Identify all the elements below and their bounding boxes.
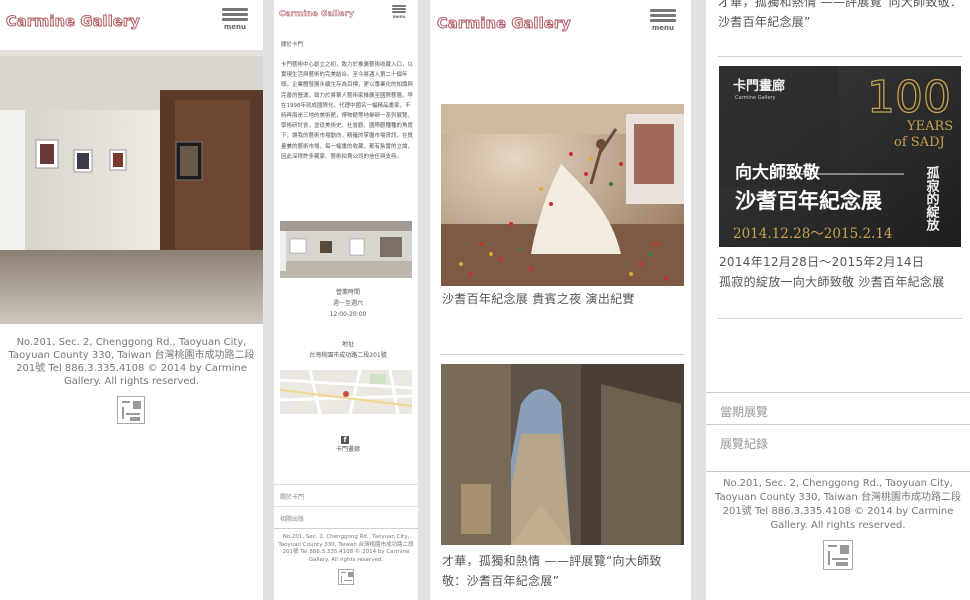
poster-brand: 卡門畫廊: [733, 78, 785, 94]
mobile-view-home: Carmine Gallery menu No.201, Sec. 2, Che…: [0, 0, 263, 600]
alley-painting[interactable]: [441, 364, 684, 545]
panel-gap: [263, 0, 274, 600]
seal-logo: [338, 569, 354, 585]
panel-gap: [691, 0, 706, 600]
divider: [706, 471, 970, 472]
news-caption[interactable]: 沙耆百年紀念展 貴賓之夜 演出紀實: [442, 289, 682, 309]
address-value: 台灣桃園市成功路二段201號: [309, 352, 387, 359]
gallery-interior-photo[interactable]: [0, 50, 263, 324]
hamburger-icon: [392, 5, 406, 7]
hours-time: 12:00-20:00: [329, 311, 367, 318]
site-logo[interactable]: Carmine Gallery: [437, 16, 572, 33]
mobile-view-exhibitions: 才華，孤獨和熱情 ——評展覽“向大師致敬：沙耆百年紀念展” 卡門畫廊 Carmi…: [706, 0, 970, 600]
nav-about[interactable]: 關於卡門: [274, 484, 418, 506]
panel-gap: [418, 0, 430, 600]
site-footer: No.201, Sec. 2, Chenggong Rd., Taoyuan C…: [714, 478, 962, 531]
hamburger-icon-bar: [650, 19, 676, 22]
about-body: 卡門藝術中心創立之初，致力於推廣藝術收藏入口，以實現生活與藝術的完美結合。至今將…: [281, 62, 414, 160]
hamburger-icon: [650, 9, 676, 12]
hamburger-icon-bar: [222, 18, 248, 21]
divider: [440, 354, 684, 355]
facebook-icon[interactable]: f: [341, 436, 349, 444]
poster-brand-en: Carmine Gallery: [735, 95, 775, 101]
menu-button[interactable]: menu: [650, 9, 676, 32]
poster-years-of: of SADJ: [894, 135, 945, 150]
mobile-view-news: Carmine Gallery menu 沙耆百年紀念展 貴賓之夜 演出紀實 才…: [430, 0, 691, 600]
poster-years-text: YEARS: [906, 119, 953, 134]
poster-dates: 2014.12.28～2015.2.14: [733, 226, 893, 242]
mobile-view-about: Carmine Gallery menu 關於卡門 卡門藝術中心創立之初，致力於…: [274, 0, 418, 600]
divider: [718, 56, 962, 57]
article-caption[interactable]: 才華，孤獨和熱情 ——評展覽“向大師致敬：沙耆百年紀念展”: [718, 0, 966, 32]
hamburger-icon-bar: [650, 14, 676, 17]
poster-years-number: 100: [867, 72, 951, 123]
gallery-space-photo[interactable]: [280, 221, 412, 278]
menu-label: menu: [651, 24, 674, 32]
divider: [274, 528, 418, 529]
exhibition-poster[interactable]: 卡門畫廊 Carmine Gallery 100 YEARS of SADJ 向…: [719, 66, 961, 247]
address-label: 地址: [341, 341, 354, 348]
performance-photo[interactable]: [441, 104, 684, 286]
divider: [718, 318, 962, 319]
nav-current-exhibitions[interactable]: 當期展覽: [706, 392, 970, 424]
site-footer: No.201, Sec. 2, Chenggong Rd., Taoyuan C…: [8, 337, 255, 387]
nav-past-exhibitions[interactable]: 展覽紀錄: [706, 424, 970, 456]
site-footer: No.201, Sec. 2, Chenggong Rd., Taoyuan C…: [278, 534, 414, 563]
facebook-link[interactable]: 卡門畫廊: [274, 445, 418, 455]
seal-logo: [117, 396, 145, 424]
about-title: 關於卡門: [281, 42, 304, 48]
menu-button[interactable]: menu: [392, 5, 406, 19]
menu-button[interactable]: menu: [222, 8, 248, 31]
exhibition-title[interactable]: 孤寂的綻放一向大師致敬 沙耆百年紀念展: [719, 272, 967, 292]
exhibition-date: 2014年12月28日～2015年2月14日: [719, 255, 925, 269]
nav-publications[interactable]: 相關出版: [274, 506, 418, 528]
poster-subtitle: 向大師致敬: [735, 162, 821, 183]
hours-days: 週一至週六: [332, 300, 363, 307]
menu-label: menu: [223, 23, 246, 31]
hamburger-icon: [222, 8, 248, 11]
hamburger-icon-bar: [392, 8, 406, 10]
poster-title: 沙耆百年紀念展: [735, 189, 882, 213]
poster-side-text: 孤寂的綻放: [924, 165, 941, 232]
hamburger-icon-bar: [222, 13, 248, 16]
hours-label: 營業時間: [335, 289, 360, 296]
location-map[interactable]: [280, 370, 412, 414]
hamburger-icon-bar: [392, 11, 406, 13]
news-caption[interactable]: 才華，孤獨和熱情 ——評展覽“向大師致敬：沙耆百年紀念展”: [442, 551, 682, 591]
site-logo[interactable]: Carmine Gallery: [6, 14, 141, 31]
site-logo[interactable]: Carmine Gallery: [279, 9, 355, 19]
seal-logo: [823, 540, 853, 570]
menu-label: menu: [392, 14, 406, 19]
